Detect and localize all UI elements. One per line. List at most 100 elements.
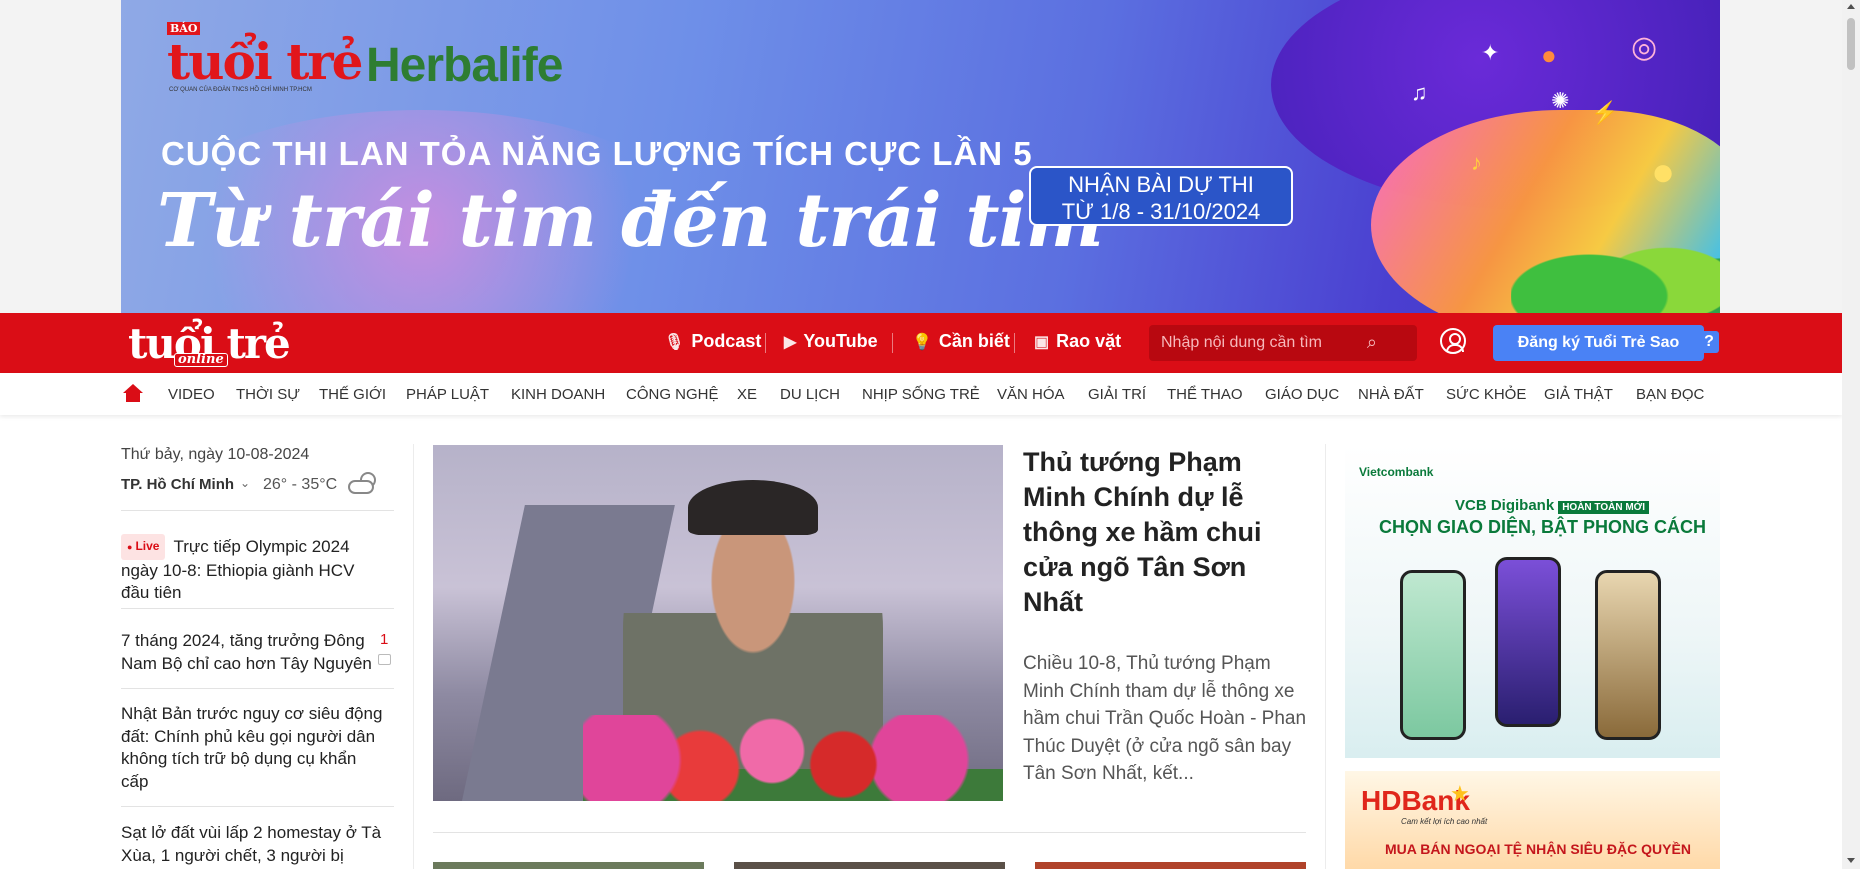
divider — [121, 608, 394, 609]
paper-logo-text: tuổi trẻ — [167, 32, 363, 91]
sidebar-news-item[interactable]: LiveTrực tiếp Olympic 2024 ngày 10-8: Et… — [121, 534, 383, 605]
microphone-icon: 🎙 — [664, 333, 685, 351]
hdbank-ad[interactable]: HDBank ★ Cam kết lợi ích cao nhất MUA BÁ… — [1345, 771, 1720, 869]
vietcombank-ad[interactable]: Vietcombank VCB Digibank HOÀN TOÀN MỚI CH… — [1345, 445, 1720, 758]
nav-item-suc-khoe[interactable]: SỨC KHỎE — [1446, 386, 1526, 403]
story-thumbnail[interactable] — [433, 862, 704, 869]
nav-item-giao-duc[interactable]: GIÁO DỤC — [1265, 386, 1339, 403]
deadline-box: NHẬN BÀI DỰ THI TỪ 1/8 - 31/10/2024 — [1029, 166, 1293, 226]
vertical-scrollbar[interactable] — [1842, 0, 1860, 869]
top-ad-banner[interactable]: BÁO tuổi trẻ CƠ QUAN CỦA ĐOÀN TNCS HỒ CH… — [121, 0, 1720, 313]
nav-item-du-lich[interactable]: DU LỊCH — [780, 386, 840, 403]
divider — [1014, 333, 1015, 353]
cloud-shape — [348, 480, 374, 494]
youtube-label: YouTube — [803, 331, 878, 351]
nav-item-nhip-song-tre[interactable]: NHỊP SỐNG TRẺ — [862, 386, 980, 403]
main-story-image[interactable] — [433, 445, 1003, 801]
planet-icon: ◎ — [1631, 31, 1658, 64]
tuoi-tre-banner-logo: BÁO tuổi trẻ CƠ QUAN CỦA ĐOÀN TNCS HỒ CH… — [167, 22, 363, 93]
music-note-icon: ♪ — [1471, 150, 1482, 175]
main-story-title[interactable]: Thủ tướng Phạm Minh Chính dự lễ thông xe… — [1023, 445, 1308, 620]
column-divider — [413, 444, 414, 869]
scroll-up-arrow-icon[interactable] — [1847, 4, 1855, 9]
youtube-icon: ▶ — [784, 333, 797, 351]
story-thumbnail[interactable] — [1035, 862, 1306, 869]
bolt-icon: ⚡ — [1591, 100, 1619, 125]
tuoi-tre-online-logo[interactable]: tuổi trẻ online — [128, 319, 291, 368]
search-input[interactable] — [1161, 332, 1361, 354]
paper-subline: CƠ QUAN CỦA ĐOÀN TNCS HỒ CHÍ MINH TP.HCM — [169, 87, 312, 93]
youtube-link[interactable]: ▶ YouTube — [784, 331, 878, 352]
rao-vat-link[interactable]: ▣ Rao vặt — [1034, 331, 1121, 352]
nav-item-video[interactable]: VIDEO — [168, 386, 215, 403]
temperature: 26° - 35°C — [263, 476, 338, 493]
register-tuoi-tre-sao-button[interactable]: Đăng ký Tuổi Trẻ Sao — [1493, 325, 1704, 361]
nav-item-nha-dat[interactable]: NHÀ ĐẤT — [1358, 386, 1424, 403]
home-icon[interactable] — [123, 384, 143, 402]
nav-item-the-gioi[interactable]: THẾ GIỚI — [319, 386, 386, 403]
contest-slogan: Từ trái tim đến trái tim — [157, 178, 1104, 264]
contest-title: CUỘC THI LAN TỎA NĂNG LƯỢNG TÍCH CỰC LẦN… — [161, 135, 1033, 172]
nav-item-xe[interactable]: XE — [737, 386, 757, 403]
image-hair — [688, 480, 818, 535]
can-biet-link[interactable]: 💡 Cần biết — [912, 331, 1010, 352]
main-story-summary: Chiều 10-8, Thủ tướng Phạm Minh Chính th… — [1023, 653, 1307, 784]
news-title: 7 tháng 2024, tăng trưởng Đông Nam Bộ ch… — [121, 631, 372, 673]
vcb-badge: HOÀN TOÀN MỚI — [1558, 501, 1649, 514]
divider — [765, 333, 766, 353]
partly-cloudy-icon — [348, 470, 380, 498]
site-header: tuổi trẻ online 🎙 Podcast ▶ YouTube 💡 Cầ… — [0, 313, 1842, 373]
logo-online-tag: online — [174, 353, 228, 367]
ball-icon: ● — [1541, 40, 1557, 70]
sidebar-news-item[interactable]: Nhật Bản trước nguy cơ siêu động đất: Ch… — [121, 703, 383, 793]
rao-vat-label: Rao vặt — [1056, 331, 1122, 351]
nav-item-giai-tri[interactable]: GIẢI TRÍ — [1088, 386, 1146, 403]
music-note-icon: ♫ — [1411, 80, 1428, 105]
herbalife-logo: Herbalife — [366, 39, 563, 92]
nav-item-phap-luat[interactable]: PHÁP LUẬT — [406, 386, 489, 403]
nav-item-cong-nghe[interactable]: CÔNG NGHỆ — [626, 386, 719, 403]
divider — [433, 832, 1306, 833]
deadline-line1: NHẬN BÀI DỰ THI — [1068, 172, 1254, 197]
podcast-label: Podcast — [691, 331, 762, 351]
can-biet-label: Cần biết — [938, 331, 1010, 351]
nav-item-kinh-doanh[interactable]: KINH DOANH — [511, 386, 605, 403]
nav-item-thoi-su[interactable]: THỜI SỰ — [236, 386, 300, 403]
news-title: Nhật Bản trước nguy cơ siêu động đất: Ch… — [121, 704, 383, 791]
nav-item-ban-doc[interactable]: BẠN ĐỌC — [1636, 386, 1704, 403]
image-flowers — [583, 715, 1003, 801]
nav-item-van-hoa[interactable]: VĂN HÓA — [997, 386, 1065, 403]
phone-mockup — [1595, 570, 1661, 740]
nav-item-the-thao[interactable]: THỂ THAO — [1167, 386, 1243, 403]
sidebar-news-item[interactable]: 7 tháng 2024, tăng trưởng Đông Nam Bộ ch… — [121, 630, 383, 675]
star-icon: ✦ — [1481, 40, 1500, 65]
deadline-line2: TỪ 1/8 - 31/10/2024 — [1061, 199, 1261, 224]
star-icon: ✺ — [1551, 88, 1570, 113]
scroll-down-arrow-icon[interactable] — [1847, 858, 1855, 863]
chevron-down-icon[interactable]: ⌄ — [240, 476, 250, 490]
box-icon: ▣ — [1034, 333, 1050, 351]
user-account-icon[interactable] — [1440, 328, 1466, 354]
search-icon[interactable]: ⌕ — [1367, 332, 1377, 353]
category-nav: VIDEO THỜI SỰ THẾ GIỚI PHÁP LUẬT KINH DO… — [0, 373, 1842, 415]
story-thumbnail[interactable] — [734, 862, 1005, 869]
hdbank-offer: MUA BÁN NGOẠI TỆ NHẬN SIÊU ĐẶC QUYỀN — [1385, 841, 1691, 857]
comment-icon[interactable] — [378, 654, 391, 665]
scroll-thumb[interactable] — [1847, 18, 1855, 70]
divider — [892, 333, 893, 353]
hdbank-tagline: Cam kết lợi ích cao nhất — [1401, 817, 1488, 826]
vcb-product: VCB Digibank HOÀN TOÀN MỚI — [1455, 497, 1649, 514]
bao-label: BÁO — [167, 22, 201, 35]
live-badge: Live — [121, 534, 166, 560]
lightbulb-icon: 💡 — [912, 333, 932, 351]
nav-item-gia-that[interactable]: GIẢ THẬT — [1544, 386, 1613, 403]
vcb-product-name: VCB Digibank — [1455, 497, 1555, 514]
divider — [121, 806, 394, 807]
vcb-brand: Vietcombank — [1359, 465, 1434, 479]
sidebar-news-item[interactable]: Sạt lở đất vùi lấp 2 homestay ở Tà Xùa, … — [121, 822, 383, 867]
city-selector[interactable]: TP. Hồ Chí Minh — [121, 476, 234, 493]
phone-mockup — [1400, 570, 1466, 740]
podcast-link[interactable]: 🎙 Podcast — [664, 331, 761, 352]
help-icon[interactable]: ? — [1699, 331, 1719, 353]
comment-count[interactable]: 1 — [380, 631, 388, 648]
